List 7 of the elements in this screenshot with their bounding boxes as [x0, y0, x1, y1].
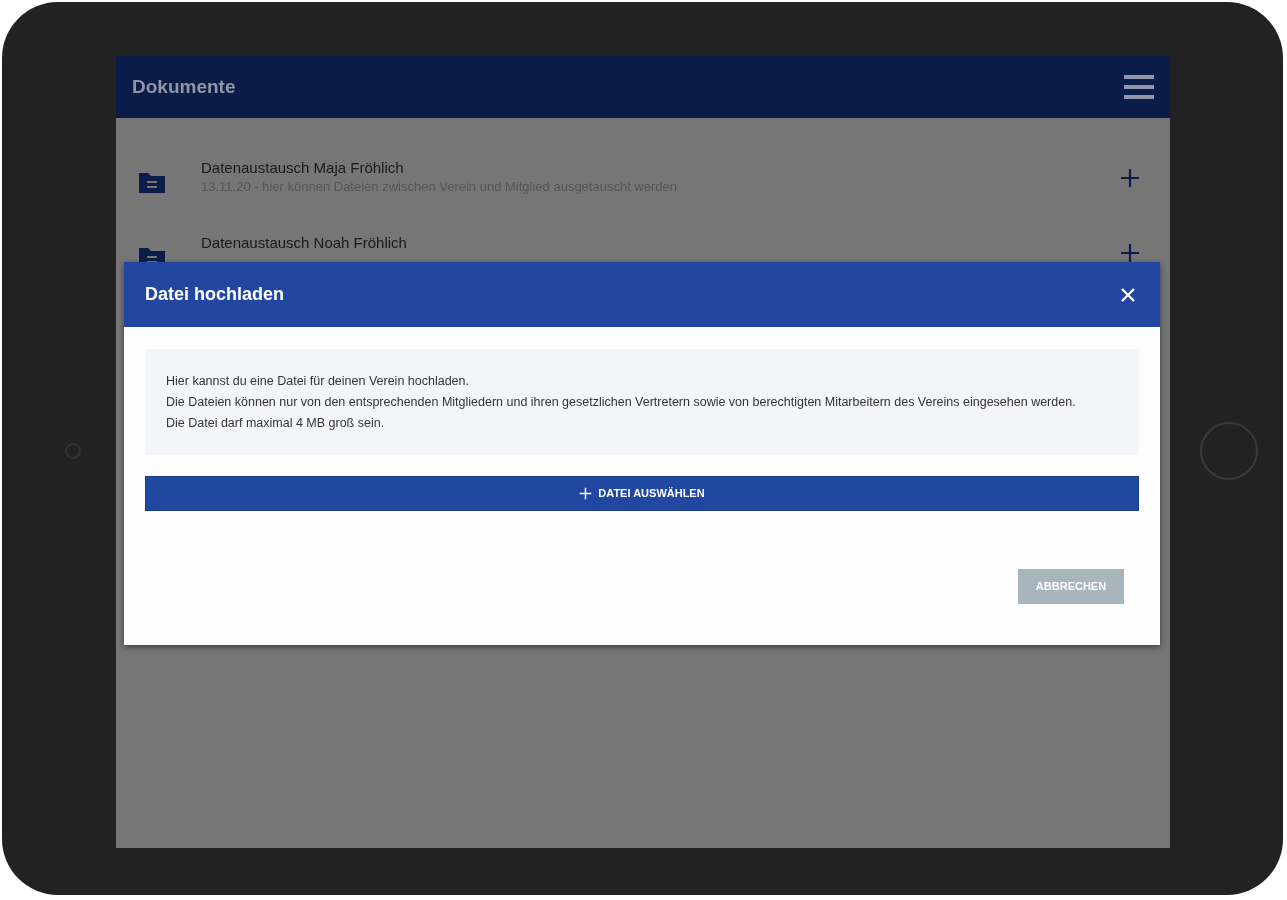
info-text: Hier kannst du eine Datei für deinen Verein hochladen.	[166, 373, 470, 390]
document-title: Datenaustausch Noah Fröhlich	[201, 233, 408, 253]
document-title: Datenaustausch Maja Fröhlich	[201, 158, 405, 178]
app-bar-title: Dokumente	[132, 74, 236, 99]
info-text: Die Dateien können nur von den entsprechenden Mitgliedern und ihren gesetzlichen Vertretern sowie von berechtigten Mitarbeitern des Vereins eingesehen werden.	[166, 394, 1077, 411]
info-text: Die Datei darf maximal 4 MB groß sein.	[166, 415, 386, 432]
dialog-title: Datei hochladen	[145, 283, 285, 306]
